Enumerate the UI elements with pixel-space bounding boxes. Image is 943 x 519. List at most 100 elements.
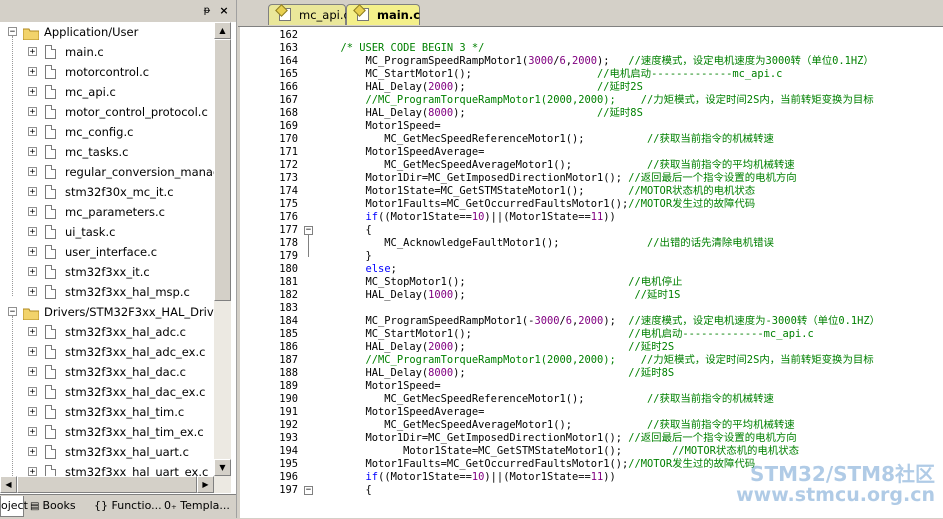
code-line[interactable]: 195 Motor1Faults=MC_GetOccurredFaultsMot… [240, 458, 943, 471]
tree-file[interactable]: + user_interface.c [0, 242, 214, 262]
expand-icon[interactable]: + [28, 347, 37, 357]
tree-file[interactable]: + stm32f3xx_hal_adc_ex.c [0, 342, 214, 362]
code-line[interactable]: 174 Motor1State=MC_GetSTMStateMotor1(); … [240, 185, 943, 198]
code-line[interactable]: 166 HAL_Delay(2000); //延时2S [240, 81, 943, 94]
collapse-icon[interactable]: − [8, 307, 17, 317]
code-editor[interactable]: 162 163 /* USER CODE BEGIN 3 */164 MC_Pro… [240, 27, 943, 518]
fold-toggle-icon[interactable]: − [304, 226, 313, 235]
code-line[interactable]: 165 MC_StartMotor1(); //电机启动------------… [240, 68, 943, 81]
code-line[interactable]: 164 MC_ProgramSpeedRampMotor1(3000/6,200… [240, 55, 943, 68]
expand-icon[interactable]: + [28, 47, 37, 57]
expand-icon[interactable]: + [28, 167, 37, 177]
tree-file[interactable]: + stm32f3xx_hal_dac.c [0, 362, 214, 382]
expand-icon[interactable]: + [28, 187, 37, 197]
code-line[interactable]: 188 HAL_Delay(8000); //延时8S [240, 367, 943, 380]
tab-main[interactable]: main.c [346, 4, 420, 25]
expand-icon[interactable]: + [28, 327, 37, 337]
tree-file[interactable]: + stm32f3xx_hal_uart.c [0, 442, 214, 462]
code-line[interactable]: 162 [240, 29, 943, 42]
code-line[interactable]: 179 } [240, 250, 943, 263]
code-line[interactable]: 172 MC_GetMecSpeedAverageMotor1(); //获取当… [240, 159, 943, 172]
tree-file[interactable]: + mc_config.c [0, 122, 214, 142]
horizontal-scrollbar[interactable]: ◀ ▶ [0, 476, 231, 493]
code-line[interactable]: 177 {− [240, 224, 943, 237]
code-line[interactable]: 175 Motor1Faults=MC_GetOccurredFaultsMot… [240, 198, 943, 211]
code-line[interactable]: 178 MC_AcknowledgeFaultMotor1(); //出错的话先… [240, 237, 943, 250]
code-line[interactable]: 197 {− [240, 484, 943, 497]
tab-templates[interactable]: 0₊ Templa... [160, 496, 236, 516]
tree-file[interactable]: + mc_tasks.c [0, 142, 214, 162]
tree-file[interactable]: + stm32f3xx_hal_dac_ex.c [0, 382, 214, 402]
close-icon[interactable]: × [217, 4, 231, 18]
expand-icon[interactable]: + [28, 87, 37, 97]
code-line[interactable]: 190 MC_GetMecSpeedReferenceMotor1(); //获… [240, 393, 943, 406]
tree-file[interactable]: + stm32f3xx_hal_msp.c [0, 282, 214, 302]
fold-toggle-icon[interactable]: − [304, 486, 313, 495]
tree-file[interactable]: + ui_task.c [0, 222, 214, 242]
expand-icon[interactable]: + [28, 387, 37, 397]
tab-books[interactable]: ▤ Books [26, 496, 90, 516]
tree-file[interactable]: + mc_parameters.c [0, 202, 214, 222]
code-line[interactable]: 184 MC_ProgramSpeedRampMotor1(-3000/6,20… [240, 315, 943, 328]
code-line[interactable]: 182 HAL_Delay(1000); //延时1S [240, 289, 943, 302]
expand-icon[interactable]: + [28, 227, 37, 237]
tree-file[interactable]: + motor_control_protocol.c [0, 102, 214, 122]
code-line[interactable]: 189 Motor1Speed= [240, 380, 943, 393]
code-line[interactable]: 186 HAL_Delay(2000); //延时2S [240, 341, 943, 354]
code-line[interactable]: 173 Motor1Dir=MC_GetImposedDirectionMoto… [240, 172, 943, 185]
code-line[interactable]: 191 Motor1SpeedAverage= [240, 406, 943, 419]
scroll-down-icon[interactable]: ▼ [214, 459, 231, 476]
expand-icon[interactable]: + [28, 207, 37, 217]
scroll-thumb[interactable] [214, 39, 231, 301]
tree-file[interactable]: + stm32f3xx_it.c [0, 262, 214, 282]
tree-file[interactable]: + mc_api.c [0, 82, 214, 102]
hscroll-thumb[interactable] [17, 476, 197, 493]
code-line[interactable]: 170 MC_GetMecSpeedReferenceMotor1(); //获… [240, 133, 943, 146]
tab-project[interactable]: oject [0, 496, 28, 517]
expand-icon[interactable]: + [28, 367, 37, 377]
code-line[interactable]: 180 else; [240, 263, 943, 276]
expand-icon[interactable]: + [28, 407, 37, 417]
tree-file[interactable]: + stm32f3xx_hal_uart_ex.c [0, 462, 214, 476]
scroll-left-icon[interactable]: ◀ [0, 476, 17, 493]
tree-file[interactable]: + stm32f30x_mc_it.c [0, 182, 214, 202]
scroll-right-icon[interactable]: ▶ [197, 476, 214, 493]
code-line[interactable]: 163 /* USER CODE BEGIN 3 */ [240, 42, 943, 55]
expand-icon[interactable]: + [28, 467, 37, 476]
pin-icon[interactable]: ᵽ [200, 4, 214, 18]
collapse-icon[interactable]: − [8, 27, 17, 37]
code-line[interactable]: 183 [240, 302, 943, 315]
code-line[interactable]: 187 //MC_ProgramTorqueRampMotor1(2000,20… [240, 354, 943, 367]
tree-group[interactable]: − Drivers/STM32F3xx_HAL_Driver [0, 302, 214, 322]
tree-file[interactable]: + stm32f3xx_hal_adc.c [0, 322, 214, 342]
code-line[interactable]: 176 if((Motor1State==10)||(Motor1State==… [240, 211, 943, 224]
code-line[interactable]: 185 MC_StartMotor1(); //电机启动------------… [240, 328, 943, 341]
expand-icon[interactable]: + [28, 127, 37, 137]
vertical-scrollbar[interactable]: ▲ ▼ [214, 22, 231, 476]
code-line[interactable]: 192 MC_GetMecSpeedAverageMotor1(); //获取当… [240, 419, 943, 432]
tab-functions[interactable]: {} Functio... [90, 496, 162, 516]
expand-icon[interactable]: + [28, 107, 37, 117]
expand-icon[interactable]: + [28, 67, 37, 77]
code-line[interactable]: 181 MC_StopMotor1(); //电机停止 [240, 276, 943, 289]
tree-group[interactable]: − Application/User [0, 22, 214, 42]
tab-mc-api[interactable]: mc_api.c [268, 4, 350, 25]
code-line[interactable]: 193 Motor1Dir=MC_GetImposedDirectionMoto… [240, 432, 943, 445]
code-line[interactable]: 168 HAL_Delay(8000); //延时8S [240, 107, 943, 120]
code-line[interactable]: 194 Motor1State=MC_GetSTMStateMotor1(); … [240, 445, 943, 458]
tree-file[interactable]: + main.c [0, 42, 214, 62]
code-line[interactable]: 169 Motor1Speed= [240, 120, 943, 133]
code-line[interactable]: 167 //MC_ProgramTorqueRampMotor1(2000,20… [240, 94, 943, 107]
code-line[interactable]: 196 if((Motor1State==10)||(Motor1State==… [240, 471, 943, 484]
scroll-up-icon[interactable]: ▲ [214, 22, 231, 39]
tree-file[interactable]: + motorcontrol.c [0, 62, 214, 82]
expand-icon[interactable]: + [28, 267, 37, 277]
code-line[interactable]: 171 Motor1SpeedAverage= [240, 146, 943, 159]
expand-icon[interactable]: + [28, 147, 37, 157]
expand-icon[interactable]: + [28, 447, 37, 457]
tree-file[interactable]: + stm32f3xx_hal_tim.c [0, 402, 214, 422]
expand-icon[interactable]: + [28, 247, 37, 257]
tree-file[interactable]: + stm32f3xx_hal_tim_ex.c [0, 422, 214, 442]
expand-icon[interactable]: + [28, 287, 37, 297]
expand-icon[interactable]: + [28, 427, 37, 437]
